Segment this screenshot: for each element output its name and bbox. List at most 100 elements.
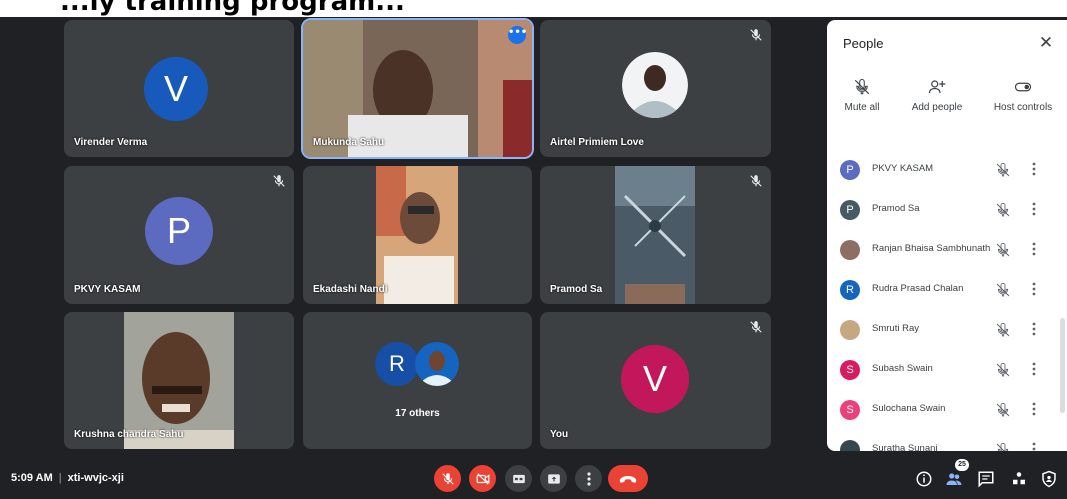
- camera-button[interactable]: [469, 465, 496, 492]
- mic-off-icon[interactable]: [995, 202, 1011, 218]
- tile-pramod-sa[interactable]: Pramod Sa: [540, 166, 771, 304]
- tile-mukunda-sahu[interactable]: ••• Mukunda Sahu: [301, 18, 534, 159]
- more-options-icon[interactable]: •••: [508, 26, 527, 44]
- people-panel: People ✕ Mute all Add people Host contro…: [827, 20, 1067, 451]
- meeting-info: 5:09 AM | xti-wvjc-xji: [11, 472, 124, 484]
- participant-row[interactable]: S Subash Swain: [827, 350, 1067, 390]
- video-feed: [376, 166, 458, 304]
- tile-airtel-primiem-love[interactable]: Airtel Primiem Love: [540, 20, 771, 157]
- mic-off-icon: [750, 29, 762, 41]
- microphone-button[interactable]: [434, 465, 461, 492]
- mic-off-icon: [441, 472, 454, 485]
- more-vert-icon[interactable]: [1032, 282, 1040, 298]
- participant-name: Pramod Sa: [550, 284, 603, 295]
- people-count-badge: 25: [955, 459, 969, 471]
- mic-off-icon: [750, 321, 762, 333]
- participant-avatar: P: [840, 200, 860, 220]
- mic-off-icon[interactable]: [995, 282, 1011, 298]
- mic-off-icon[interactable]: [995, 242, 1011, 258]
- participant-name: Airtel Primiem Love: [550, 137, 644, 148]
- participant-row[interactable]: P Pramod Sa: [827, 190, 1067, 230]
- mic-off-icon[interactable]: [995, 402, 1011, 418]
- avatar: R: [375, 342, 419, 386]
- participant-name: Rudra Prasad Chalan: [872, 283, 964, 294]
- more-vert-icon[interactable]: [1032, 362, 1040, 378]
- mic-off-icon: [750, 175, 762, 187]
- more-vert-icon[interactable]: [1032, 322, 1040, 338]
- participant-avatar: [840, 440, 860, 451]
- participant-name: You: [550, 429, 569, 440]
- host-controls-button[interactable]: Host controls: [988, 78, 1058, 113]
- hang-up-icon: [619, 475, 637, 483]
- tile-pkvy-kasam[interactable]: P PKVY KASAM: [64, 166, 294, 304]
- more-vert-icon[interactable]: [1032, 202, 1040, 218]
- tile-krushna-chandra-sahu[interactable]: Krushna chandra Sahu: [64, 312, 294, 449]
- participant-row[interactable]: R Rudra Prasad Chalan: [827, 270, 1067, 310]
- mute-all-label: Mute all: [844, 102, 880, 113]
- participant-avatar: R: [840, 280, 860, 300]
- people-icon[interactable]: [945, 470, 963, 488]
- tile-ekadashi-nandi[interactable]: Ekadashi Nandi: [303, 166, 532, 304]
- tile-others[interactable]: R 17 others: [303, 312, 532, 449]
- video-feed: [615, 166, 695, 304]
- participant-name: Krushna chandra Sahu: [74, 429, 184, 440]
- participant-name: Ranjan Bhaisa Sambhunath: [872, 243, 991, 254]
- more-vert-icon[interactable]: [1032, 162, 1040, 178]
- present-icon: [547, 473, 560, 484]
- chat-icon[interactable]: [977, 470, 995, 488]
- participant-row[interactable]: Ranjan Bhaisa Sambhunath: [827, 230, 1067, 270]
- scrollbar[interactable]: [1060, 318, 1065, 413]
- participant-name: Mukunda Sahu: [313, 137, 385, 148]
- participant-row[interactable]: S Sulochana Swain: [827, 390, 1067, 430]
- captions-button[interactable]: [505, 465, 532, 492]
- participant-row[interactable]: Suratha Sunani: [827, 430, 1067, 451]
- mic-off-icon: [273, 175, 285, 187]
- banner-text: ...ly training program...: [60, 0, 405, 17]
- more-vert-icon[interactable]: [1032, 442, 1040, 451]
- activities-icon[interactable]: [1010, 470, 1028, 488]
- avatar: P: [145, 197, 213, 265]
- captions-icon: [512, 474, 525, 483]
- host-controls-label: Host controls: [993, 102, 1053, 113]
- present-button[interactable]: [540, 465, 567, 492]
- meet-window: ...ly training program... V Virender Ver…: [0, 0, 1067, 499]
- participant-name: Sulochana Swain: [872, 403, 946, 414]
- mic-off-icon: [854, 78, 870, 95]
- divider: |: [58, 472, 62, 484]
- participant-avatar: [840, 320, 860, 340]
- mute-all-button[interactable]: Mute all: [839, 78, 885, 113]
- add-people-label: Add people: [911, 102, 963, 113]
- participant-name: Smruti Ray: [872, 323, 919, 334]
- participant-name: PKVY KASAM: [872, 163, 934, 174]
- leave-call-button[interactable]: [608, 465, 648, 492]
- more-vert-icon: [586, 471, 591, 486]
- more-options-button[interactable]: [575, 465, 602, 492]
- participant-avatar: [840, 240, 860, 260]
- avatar: [622, 52, 688, 118]
- mic-off-icon[interactable]: [995, 362, 1011, 378]
- mic-off-icon[interactable]: [995, 162, 1011, 178]
- more-vert-icon[interactable]: [1032, 242, 1040, 258]
- meeting-code[interactable]: xti-wvjc-xji: [68, 472, 124, 484]
- participant-name: Virender Verma: [74, 137, 148, 148]
- avatar: [415, 342, 459, 386]
- participant-name: Suratha Sunani: [872, 443, 938, 451]
- participant-row[interactable]: P PKVY KASAM: [827, 150, 1067, 190]
- add-person-icon: [928, 80, 946, 94]
- clock-time: 5:09 AM: [11, 472, 53, 484]
- info-icon[interactable]: [915, 470, 933, 488]
- participant-row[interactable]: Smruti Ray: [827, 310, 1067, 350]
- close-icon[interactable]: ✕: [1035, 32, 1057, 54]
- participant-name: Ekadashi Nandi: [313, 284, 388, 295]
- mic-off-icon[interactable]: [995, 322, 1011, 338]
- participant-avatar: S: [840, 400, 860, 420]
- more-vert-icon[interactable]: [1032, 402, 1040, 418]
- tile-virender-verma[interactable]: V Virender Verma: [64, 20, 294, 157]
- host-safety-icon[interactable]: [1040, 470, 1058, 488]
- mic-off-icon[interactable]: [995, 442, 1011, 451]
- participant-avatar: P: [840, 160, 860, 180]
- camera-off-icon: [476, 472, 489, 485]
- avatar: V: [621, 345, 689, 413]
- add-people-button[interactable]: Add people: [907, 78, 967, 113]
- tile-you[interactable]: V You: [540, 312, 771, 449]
